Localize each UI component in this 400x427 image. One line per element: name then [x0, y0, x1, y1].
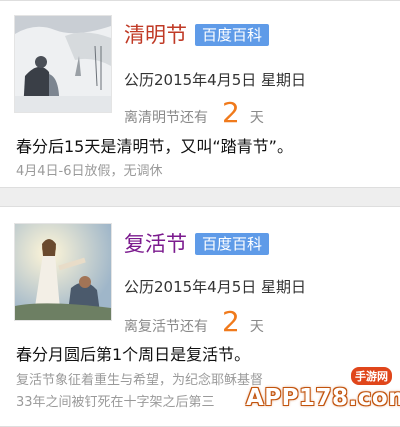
title-row: 复活节 百度百科: [124, 232, 270, 256]
holiday-date: 公历2015年4月5日 星期日: [124, 278, 307, 296]
title-row: 清明节 百度百科: [124, 23, 270, 47]
watermark-subtitle: 手游网: [351, 367, 392, 385]
holiday-description: 春分月圆后第1个周日是复活节。: [16, 345, 251, 364]
holiday-date: 公历2015年4月5日 星期日: [124, 71, 307, 89]
holiday-description: 春分后15天是清明节，又叫“踏青节”。: [16, 137, 293, 156]
countdown-suffix: 天: [249, 110, 264, 126]
countdown-suffix: 天: [249, 319, 264, 335]
baidu-baike-badge[interactable]: 百度百科: [195, 233, 270, 255]
baidu-baike-badge[interactable]: 百度百科: [195, 24, 270, 46]
holiday-note: 4月4日-6日放假，无调休: [16, 164, 163, 179]
easter-jesus-painting-image[interactable]: [14, 223, 112, 321]
holiday-note-line1: 复活节象征着重生与希望，为纪念耶稣基督: [16, 373, 264, 388]
app178-watermark: 手游网 APP178.com: [246, 367, 400, 419]
countdown: 离清明节还有 2 天: [124, 96, 264, 129]
countdown-number: 2: [222, 305, 240, 338]
countdown-prefix: 离复活节还有: [124, 319, 208, 335]
countdown: 离复活节还有 2 天: [124, 305, 264, 338]
qingming-painting-image[interactable]: [14, 15, 112, 113]
countdown-prefix: 离清明节还有: [124, 110, 208, 126]
holiday-title[interactable]: 复活节: [124, 232, 187, 256]
holiday-card-qingming[interactable]: 清明节 百度百科 公历2015年4月5日 星期日 离清明节还有 2 天 春分后1…: [0, 0, 400, 188]
holiday-title[interactable]: 清明节: [124, 23, 187, 47]
countdown-number: 2: [222, 96, 240, 129]
watermark-text: APP178.com: [246, 385, 400, 411]
holiday-note-line2: 33年之间被钉死在十字架之后第三: [16, 395, 215, 410]
